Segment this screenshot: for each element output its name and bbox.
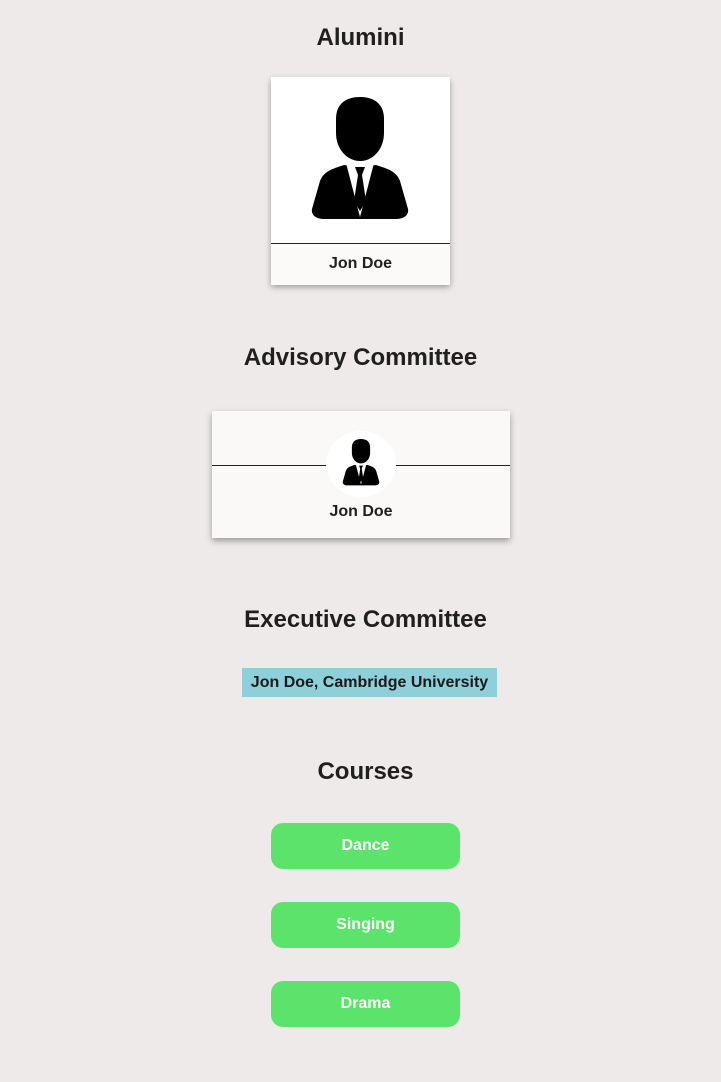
alumni-card[interactable]: Jon Doe — [271, 77, 450, 285]
executive-section-title: Executive Committee — [244, 606, 487, 633]
course-button-dance[interactable]: Dance — [271, 823, 460, 869]
alumni-photo — [271, 77, 450, 243]
advisory-card[interactable]: Jon Doe — [212, 411, 510, 538]
person-in-suit-icon — [342, 439, 380, 486]
person-in-suit-icon — [311, 97, 409, 219]
advisory-section-title: Advisory Committee — [243, 344, 478, 371]
courses-section-title: Courses — [317, 758, 414, 785]
course-button-drama[interactable]: Drama — [271, 981, 460, 1027]
executive-member-tag: Jon Doe, Cambridge University — [242, 668, 497, 697]
advisory-avatar — [326, 431, 396, 497]
advisory-name: Jon Doe — [329, 503, 393, 520]
alumni-section-title: Alumini — [316, 24, 405, 51]
course-button-singing[interactable]: Singing — [271, 902, 460, 948]
alumni-name: Jon Doe — [271, 243, 450, 285]
